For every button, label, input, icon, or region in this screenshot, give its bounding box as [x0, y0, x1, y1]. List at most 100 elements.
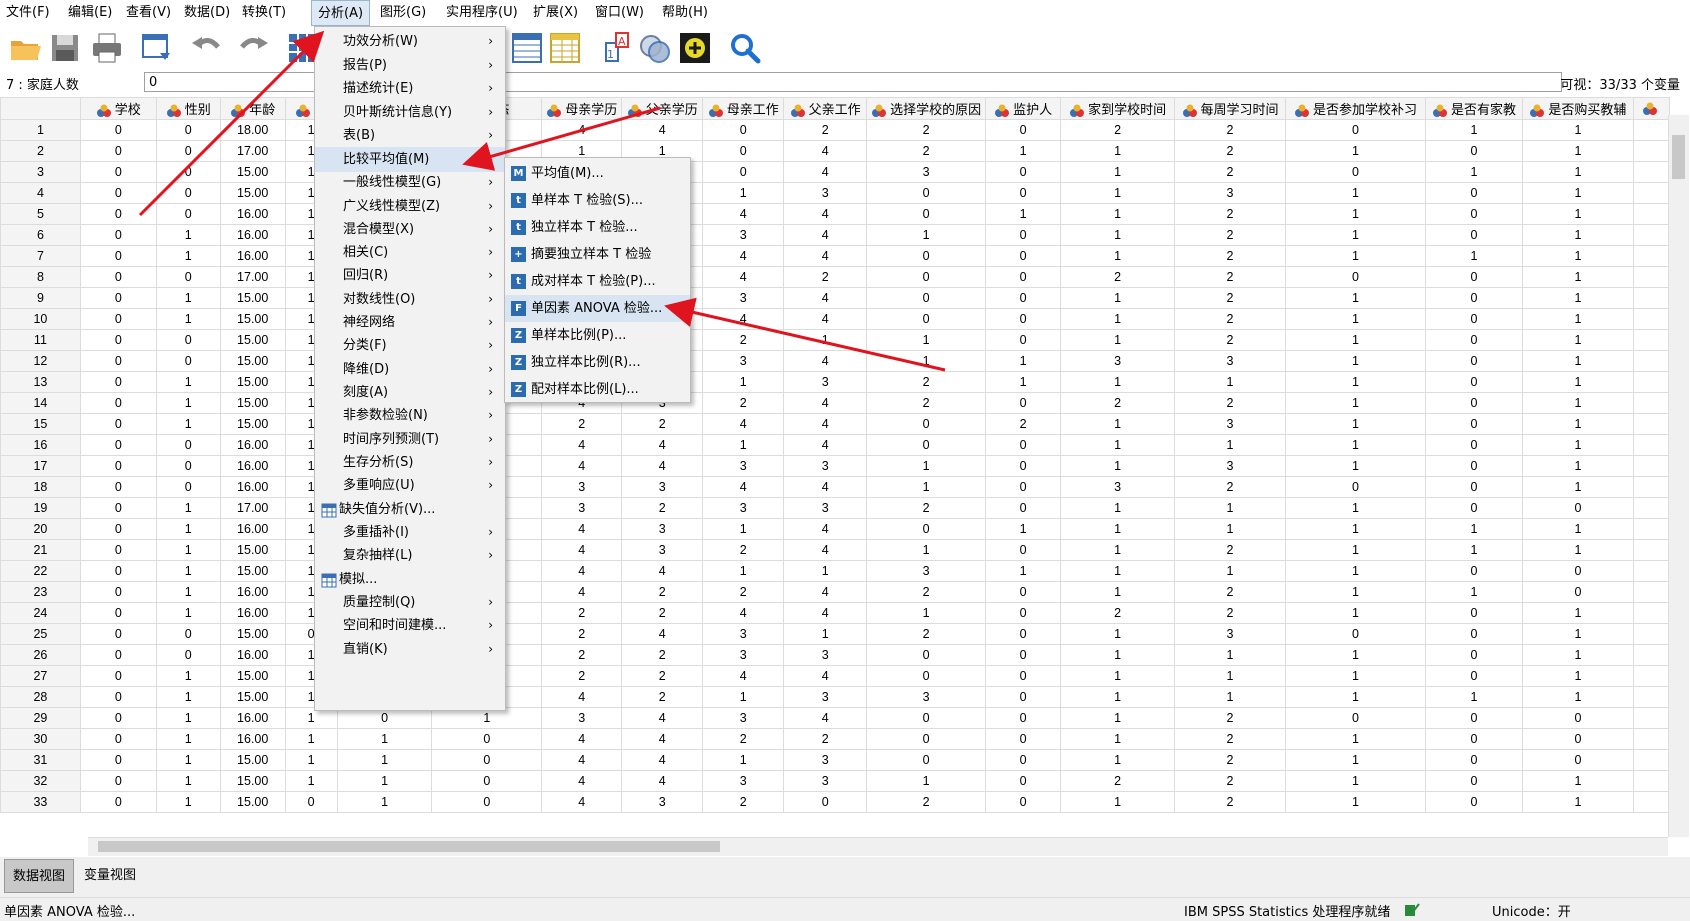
data-cell[interactable]: 15.00 [219, 749, 286, 771]
data-cell[interactable]: 4 [621, 455, 704, 477]
data-cell[interactable] [1632, 518, 1670, 540]
data-cell[interactable] [1632, 392, 1670, 414]
data-cell[interactable]: 1 [1521, 602, 1634, 624]
data-cell[interactable]: 3 [702, 644, 785, 666]
data-cell[interactable]: 1 [1285, 224, 1426, 246]
analyze-menu-item[interactable]: 功效分析(W) › [315, 29, 505, 54]
data-cell[interactable]: 0 [79, 770, 157, 792]
data-cell[interactable]: 1 [1174, 518, 1287, 540]
analyze-menu-item[interactable]: 一般线性模型(G) › [315, 170, 505, 195]
data-cell[interactable]: 0 [1424, 455, 1523, 477]
analyze-menu-item[interactable]: 对数线性(O) › [315, 287, 505, 312]
data-cell[interactable]: 1 [1521, 203, 1634, 225]
data-cell[interactable]: 0 [866, 308, 987, 330]
data-cell[interactable]: 1 [1521, 434, 1634, 456]
data-cell[interactable]: 1 [1060, 686, 1176, 708]
data-cell[interactable]: 0 [79, 161, 157, 183]
data-cell[interactable]: 15.00 [219, 686, 286, 708]
data-cell[interactable]: 3 [783, 455, 868, 477]
data-cell[interactable]: 0 [1424, 350, 1523, 372]
data-cell[interactable]: 0 [866, 266, 987, 288]
data-cell[interactable]: 1 [155, 371, 221, 393]
data-cell[interactable]: 1 [155, 728, 221, 750]
data-cell[interactable]: 2 [866, 581, 987, 603]
data-cell[interactable]: 3 [783, 371, 868, 393]
data-cell[interactable]: 0 [985, 308, 1062, 330]
data-cell[interactable]: 4 [783, 224, 868, 246]
tab-variable-view[interactable]: 变量视图 [76, 859, 144, 893]
data-cell[interactable]: 1 [1521, 791, 1634, 813]
analyze-menu-item[interactable]: 回归(R) › [315, 263, 505, 288]
data-cell[interactable]: 1 [284, 749, 338, 771]
data-cell[interactable]: 0 [866, 707, 987, 729]
data-cell[interactable]: 16.00 [219, 476, 286, 498]
data-cell[interactable]: 1 [1424, 119, 1523, 141]
data-cell[interactable]: 1 [1521, 686, 1634, 708]
data-cell[interactable]: 3 [541, 707, 623, 729]
data-cell[interactable]: 15.00 [219, 791, 286, 813]
data-cell[interactable]: 1 [1285, 644, 1426, 666]
data-cell[interactable]: 0 [79, 791, 157, 813]
data-cell[interactable]: 1 [1285, 686, 1426, 708]
data-cell[interactable]: 4 [783, 581, 868, 603]
data-cell[interactable]: 1 [1060, 182, 1176, 204]
vertical-scroll-thumb[interactable] [1672, 135, 1685, 179]
row-number[interactable]: 31 [0, 749, 81, 771]
row-number[interactable]: 32 [0, 770, 81, 792]
data-cell[interactable]: 1 [1285, 602, 1426, 624]
data-cell[interactable]: 1 [866, 350, 987, 372]
column-header[interactable]: 性别 [155, 97, 221, 120]
data-cell[interactable]: 1 [1174, 371, 1287, 393]
data-cell[interactable]: 4 [702, 413, 785, 435]
data-cell[interactable] [1632, 119, 1670, 141]
data-cell[interactable]: 0 [866, 518, 987, 540]
data-cell[interactable]: 1 [1174, 686, 1287, 708]
data-cell[interactable]: 1 [1521, 518, 1634, 540]
row-number[interactable]: 18 [0, 476, 81, 498]
data-cell[interactable]: 3 [1060, 476, 1176, 498]
data-cell[interactable]: 1 [1285, 728, 1426, 750]
data-cell[interactable] [1632, 581, 1670, 603]
data-cell[interactable]: 4 [621, 749, 704, 771]
data-cell[interactable]: 0 [79, 476, 157, 498]
data-cell[interactable]: 1 [1285, 350, 1426, 372]
data-cell[interactable]: 0 [985, 602, 1062, 624]
data-cell[interactable]: 1 [1174, 560, 1287, 582]
data-cell[interactable]: 1 [1521, 455, 1634, 477]
data-cell[interactable]: 4 [783, 539, 868, 561]
compare-means-item[interactable]: Z 独立样本比例(R)... [505, 349, 690, 376]
data-cell[interactable] [1632, 455, 1670, 477]
data-cell[interactable]: 1 [1285, 770, 1426, 792]
data-cell[interactable]: 1 [985, 203, 1062, 225]
data-cell[interactable]: 3 [541, 497, 623, 519]
data-cell[interactable]: 4 [541, 434, 623, 456]
analyze-menu-item[interactable]: 报告(P) › [315, 53, 505, 78]
data-cell[interactable] [1632, 665, 1670, 687]
data-cell[interactable]: 1 [866, 602, 987, 624]
data-cell[interactable]: 2 [866, 371, 987, 393]
data-cell[interactable] [1632, 224, 1670, 246]
data-cell[interactable]: 2 [1174, 203, 1287, 225]
data-cell[interactable]: 0 [1424, 224, 1523, 246]
data-cell[interactable]: 0 [866, 182, 987, 204]
data-cell[interactable]: 2 [1174, 539, 1287, 561]
data-cell[interactable]: 16.00 [219, 644, 286, 666]
data-cell[interactable]: 2 [541, 665, 623, 687]
data-cell[interactable]: 2 [783, 728, 868, 750]
data-cell[interactable]: 4 [702, 266, 785, 288]
data-cell[interactable]: 3 [1174, 455, 1287, 477]
data-cell[interactable]: 1 [1285, 581, 1426, 603]
data-cell[interactable]: 4 [702, 245, 785, 267]
menu-edit[interactable]: 编辑(E) [62, 0, 118, 26]
column-header[interactable] [1632, 97, 1670, 120]
column-header[interactable]: 是否购买教辅 [1521, 97, 1634, 120]
data-cell[interactable]: 1 [702, 686, 785, 708]
data-cell[interactable]: 2 [621, 497, 704, 519]
row-number[interactable]: 30 [0, 728, 81, 750]
data-cell[interactable]: 1 [1521, 266, 1634, 288]
data-cell[interactable]: 1 [155, 287, 221, 309]
data-cell[interactable]: 0 [79, 329, 157, 351]
data-cell[interactable]: 2 [1060, 392, 1176, 414]
data-cell[interactable]: 3 [702, 224, 785, 246]
data-cell[interactable]: 15.00 [219, 308, 286, 330]
